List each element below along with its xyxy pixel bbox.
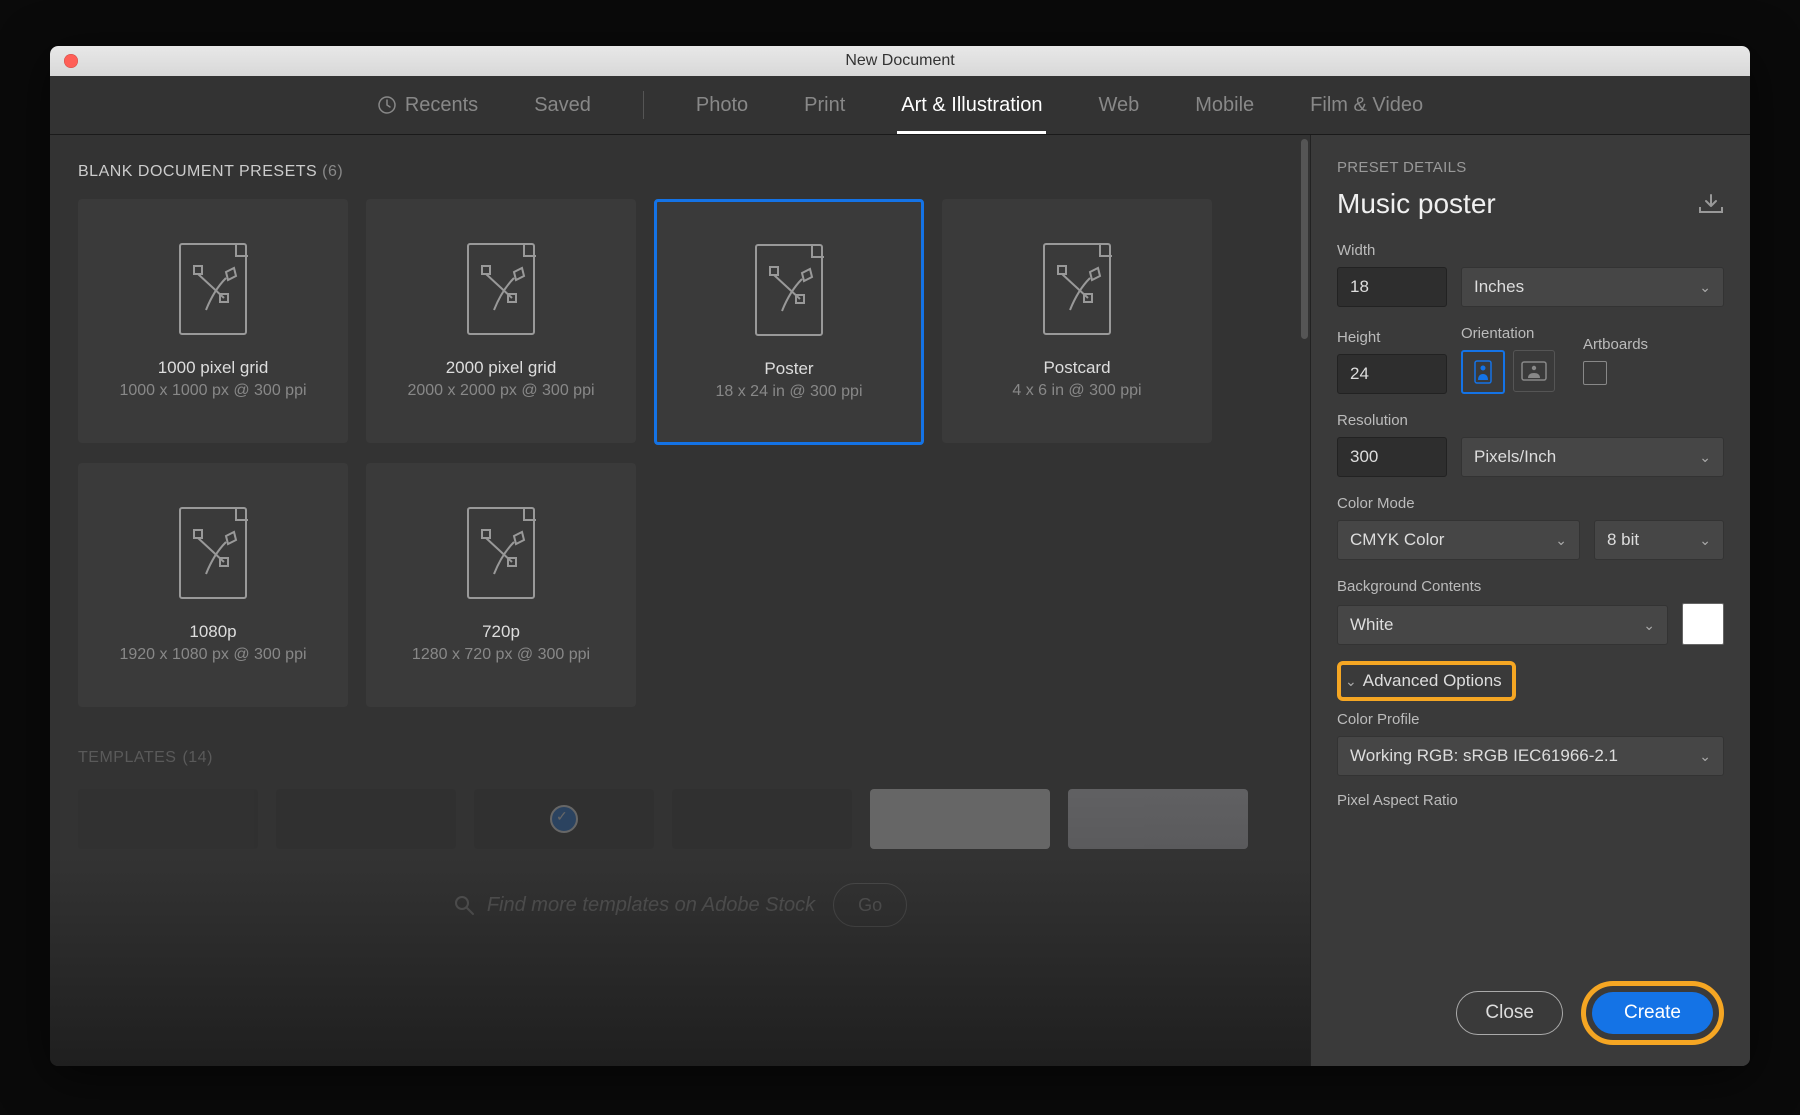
presets-pane: BLANK DOCUMENT PRESETS (6) 1000 pixel gr… (50, 135, 1310, 1066)
preset-dims: 1000 x 1000 px @ 300 ppi (119, 382, 306, 400)
pixel-aspect-label: Pixel Aspect Ratio (1337, 792, 1724, 809)
chevron-down-icon: ⌄ (1555, 532, 1567, 549)
go-button[interactable]: Go (833, 883, 907, 927)
bg-contents-label: Background Contents (1337, 578, 1724, 595)
preset-details-panel: PRESET DETAILS Music poster Width Inches… (1310, 135, 1750, 1066)
tab-saved[interactable]: Saved (530, 78, 595, 133)
preset-name: 1080p (189, 622, 236, 642)
color-profile-select[interactable]: Working RGB: sRGB IEC61966-2.1⌄ (1337, 736, 1724, 776)
artboards-checkbox[interactable] (1583, 361, 1607, 385)
orientation-portrait[interactable] (1461, 350, 1505, 394)
tab-art-illustration[interactable]: Art & Illustration (897, 78, 1046, 133)
checkmark-icon (550, 805, 578, 833)
template-thumb[interactable] (672, 789, 852, 849)
preset-name: Postcard (1043, 358, 1110, 378)
preset-card[interactable]: Poster 18 x 24 in @ 300 ppi (654, 199, 924, 445)
chevron-down-icon: ⌄ (1699, 748, 1711, 765)
create-button[interactable]: Create (1592, 992, 1713, 1034)
preset-card[interactable]: 1080p 1920 x 1080 px @ 300 ppi (78, 463, 348, 707)
tab-film-video[interactable]: Film & Video (1306, 78, 1427, 133)
template-thumb[interactable] (870, 789, 1050, 849)
bit-depth-select[interactable]: 8 bit⌄ (1594, 520, 1724, 560)
category-tabbar: Recents Saved Photo Print Art & Illustra… (50, 76, 1750, 135)
scrollbar[interactable] (1301, 139, 1308, 339)
preset-dims: 2000 x 2000 px @ 300 ppi (407, 382, 594, 400)
resolution-input[interactable] (1337, 437, 1447, 477)
preset-name: 720p (482, 622, 520, 642)
height-input[interactable] (1337, 354, 1447, 394)
chevron-down-icon: ⌄ (1699, 532, 1711, 549)
preset-card[interactable]: Postcard 4 x 6 in @ 300 ppi (942, 199, 1212, 443)
tab-recents[interactable]: Recents (373, 78, 482, 133)
color-mode-select[interactable]: CMYK Color⌄ (1337, 520, 1580, 560)
save-preset-icon[interactable] (1698, 193, 1724, 215)
highlight-advanced: ⌄ Advanced Options (1337, 661, 1516, 701)
presets-heading: BLANK DOCUMENT PRESETS (6) (78, 163, 1282, 181)
bg-contents-select[interactable]: White⌄ (1337, 605, 1668, 645)
preset-dims: 18 x 24 in @ 300 ppi (715, 383, 862, 401)
templates-row (78, 789, 1282, 849)
width-label: Width (1337, 242, 1447, 259)
orientation-label: Orientation (1461, 325, 1555, 342)
units-select[interactable]: Inches⌄ (1461, 267, 1724, 307)
preset-dims: 1920 x 1080 px @ 300 ppi (119, 646, 306, 664)
bg-color-swatch[interactable] (1682, 603, 1724, 645)
template-thumb[interactable] (78, 789, 258, 849)
resolution-label: Resolution (1337, 412, 1447, 429)
height-label: Height (1337, 329, 1447, 346)
preset-dims: 4 x 6 in @ 300 ppi (1012, 382, 1141, 400)
search-icon (453, 894, 475, 916)
close-window-button[interactable] (64, 54, 78, 68)
clock-icon (377, 95, 397, 115)
chevron-down-icon: ⌄ (1345, 673, 1357, 690)
preset-name: 1000 pixel grid (158, 358, 269, 378)
document-name-input[interactable]: Music poster (1337, 188, 1496, 220)
portrait-icon (1474, 360, 1492, 384)
template-search[interactable]: Find more templates on Adobe Stock (453, 894, 815, 917)
close-button[interactable]: Close (1456, 991, 1563, 1035)
tab-photo[interactable]: Photo (692, 78, 752, 133)
color-profile-label: Color Profile (1337, 711, 1724, 728)
chevron-down-icon: ⌄ (1643, 617, 1655, 634)
color-mode-label: Color Mode (1337, 495, 1724, 512)
advanced-options-toggle[interactable]: ⌄ Advanced Options (1341, 665, 1512, 697)
resolution-units-select[interactable]: Pixels/Inch⌄ (1461, 437, 1724, 477)
landscape-icon (1521, 361, 1547, 381)
width-input[interactable] (1337, 267, 1447, 307)
chevron-down-icon: ⌄ (1699, 279, 1711, 296)
preset-card[interactable]: 720p 1280 x 720 px @ 300 ppi (366, 463, 636, 707)
details-heading: PRESET DETAILS (1337, 159, 1724, 176)
chevron-down-icon: ⌄ (1699, 449, 1711, 466)
new-document-dialog: New Document Recents Saved Photo Print A… (50, 46, 1750, 1066)
template-thumb[interactable] (474, 789, 654, 849)
preset-card[interactable]: 1000 pixel grid 1000 x 1000 px @ 300 ppi (78, 199, 348, 443)
titlebar: New Document (50, 46, 1750, 76)
tab-mobile[interactable]: Mobile (1191, 78, 1258, 133)
window-title: New Document (50, 52, 1750, 70)
artboards-label: Artboards (1583, 336, 1648, 353)
orientation-landscape[interactable] (1513, 350, 1555, 392)
preset-name: 2000 pixel grid (446, 358, 557, 378)
highlight-create: Create (1581, 981, 1724, 1045)
preset-name: Poster (764, 359, 813, 379)
preset-card[interactable]: 2000 pixel grid 2000 x 2000 px @ 300 ppi (366, 199, 636, 443)
template-thumb[interactable] (276, 789, 456, 849)
tab-print[interactable]: Print (800, 78, 849, 133)
preset-dims: 1280 x 720 px @ 300 ppi (412, 646, 590, 664)
tab-web[interactable]: Web (1094, 78, 1143, 133)
template-thumb[interactable] (1068, 789, 1248, 849)
templates-heading: TEMPLATES (14) (78, 749, 1282, 767)
divider (643, 91, 644, 119)
